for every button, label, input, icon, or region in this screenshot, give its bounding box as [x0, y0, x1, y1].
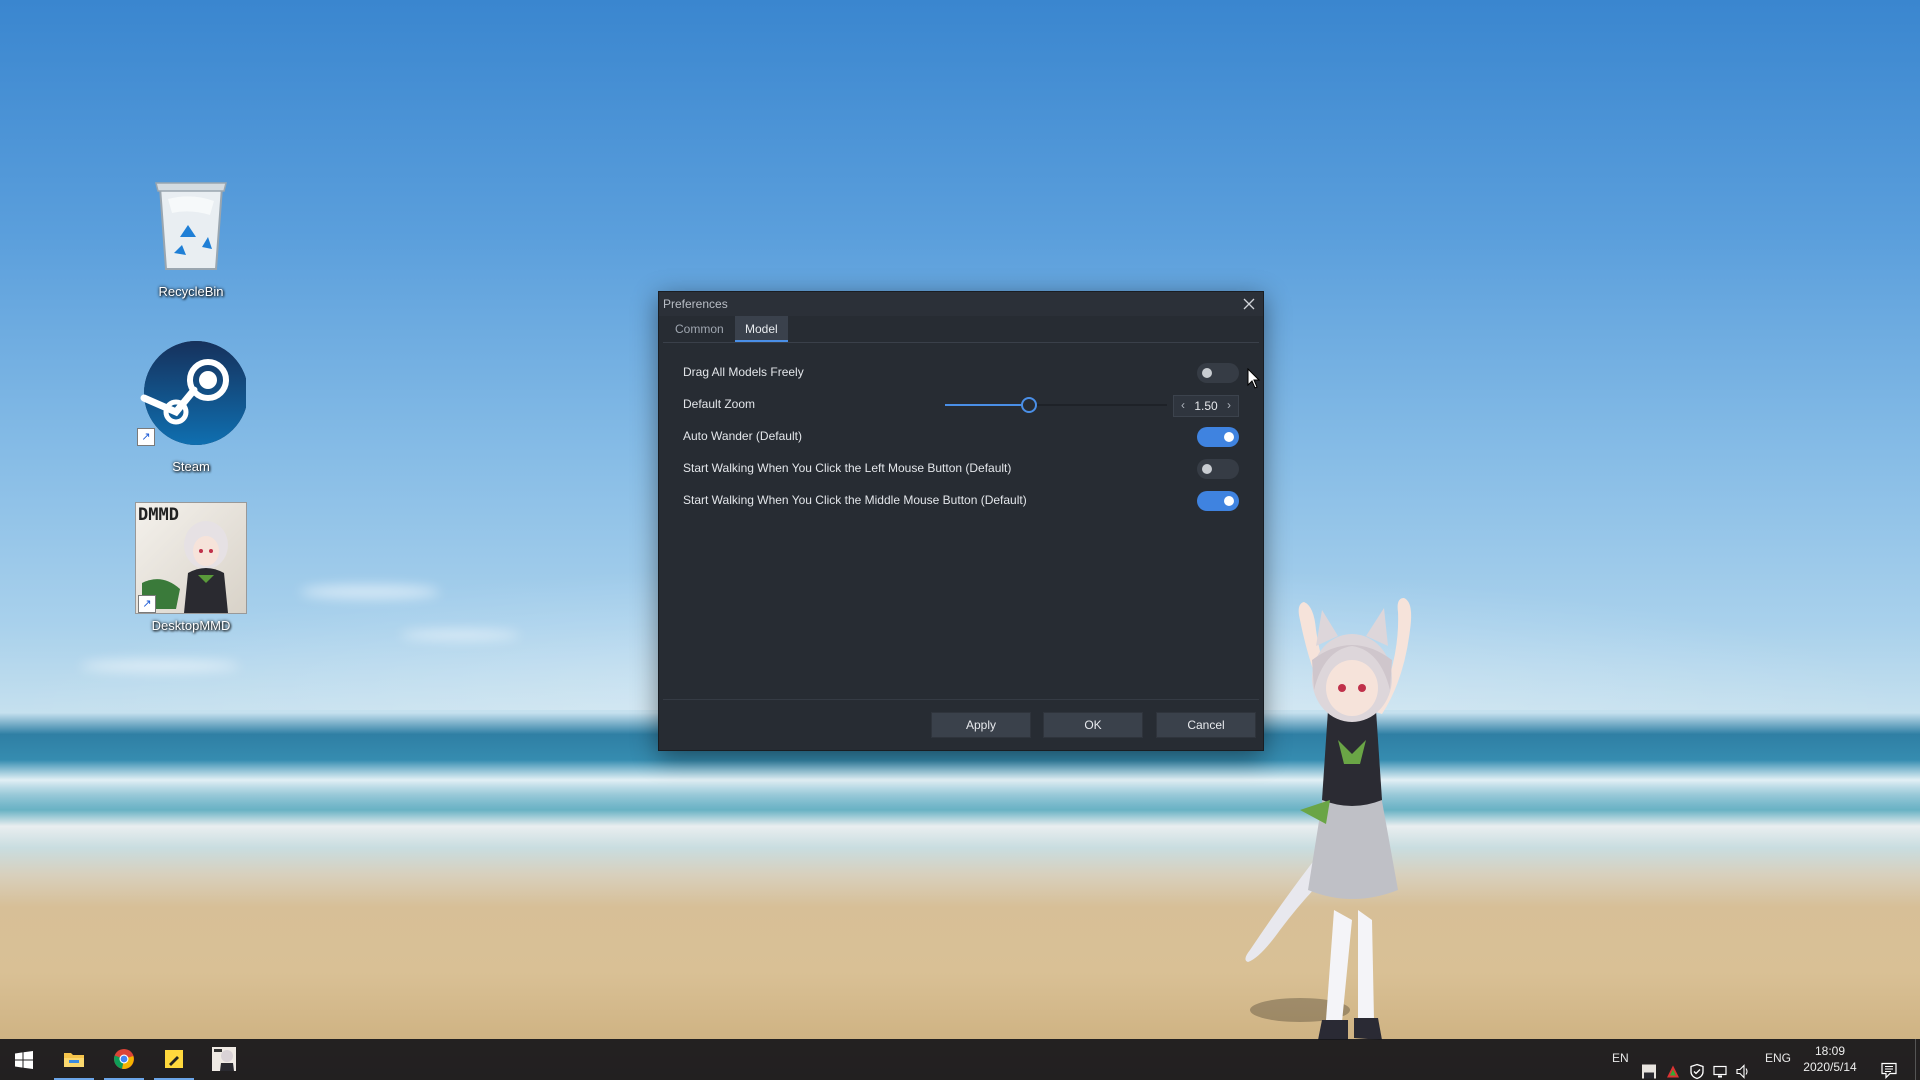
- desktopmmd-app-icon: [212, 1047, 236, 1071]
- drag-all-models-toggle[interactable]: [1197, 363, 1239, 383]
- toggle-knob: [1224, 496, 1234, 506]
- chrome-icon: [114, 1049, 134, 1069]
- slider-fill: [945, 404, 1030, 406]
- taskbar-chrome[interactable]: [100, 1039, 148, 1080]
- toggle-knob: [1202, 464, 1212, 474]
- setting-label: Start Walking When You Click the Left Mo…: [683, 461, 1012, 475]
- mmd-character-model[interactable]: [1230, 590, 1470, 1070]
- desktop-icon-desktopmmd[interactable]: DMMD ↗ DesktopMMD: [131, 502, 251, 633]
- clock-time: 18:09: [1814, 1044, 1846, 1058]
- sticky-notes-icon: [165, 1050, 183, 1068]
- windows-start-icon: [15, 1051, 33, 1069]
- volume-icon[interactable]: [1735, 1051, 1751, 1080]
- cloud: [400, 630, 520, 640]
- setting-row-walk-left-click: Start Walking When You Click the Left Mo…: [683, 453, 1239, 485]
- cancel-button[interactable]: Cancel: [1156, 712, 1256, 738]
- default-zoom-value[interactable]: 1.50: [1190, 399, 1222, 413]
- dialog-title: Preferences: [663, 297, 728, 311]
- taskbar-file-explorer[interactable]: [50, 1039, 98, 1080]
- taskbar-desktopmmd[interactable]: [200, 1039, 248, 1080]
- chevron-left-icon[interactable]: ‹: [1176, 396, 1190, 416]
- walk-left-click-toggle[interactable]: [1197, 459, 1239, 479]
- shortcut-arrow-icon: ↗: [137, 428, 155, 446]
- walk-middle-click-toggle[interactable]: [1197, 491, 1239, 511]
- desktopmmd-thumbnail: DMMD ↗: [135, 502, 247, 614]
- settings-list: Drag All Models Freely Default Zoom ‹ 1.…: [659, 343, 1263, 517]
- setting-label: Drag All Models Freely: [683, 365, 804, 379]
- network-icon[interactable]: [1712, 1051, 1728, 1080]
- desktop-icon-steam[interactable]: ↗ Steam: [131, 340, 251, 474]
- chevron-right-icon[interactable]: ›: [1222, 396, 1236, 416]
- tab-common[interactable]: Common: [665, 316, 734, 342]
- dialog-footer: Apply OK Cancel: [663, 699, 1259, 750]
- setting-label: Default Zoom: [683, 397, 756, 411]
- action-center-notification-icon[interactable]: [1880, 1050, 1898, 1080]
- desktop-icon-label: DesktopMMD: [151, 618, 231, 633]
- toggle-knob: [1224, 432, 1234, 442]
- setting-label: Auto Wander (Default): [683, 429, 802, 443]
- setting-row-default-zoom: Default Zoom ‹ 1.50 ›: [683, 389, 1239, 421]
- auto-wander-toggle[interactable]: [1197, 427, 1239, 447]
- tab-bar: Common Model: [663, 316, 1259, 343]
- slider-thumb[interactable]: [1021, 397, 1038, 413]
- default-zoom-slider[interactable]: [945, 396, 1167, 414]
- mouse-cursor-icon: [1247, 368, 1261, 389]
- language-indicator-short[interactable]: EN: [1612, 1051, 1629, 1080]
- security-shield-icon[interactable]: [1689, 1051, 1705, 1080]
- recycle-bin-icon: [155, 182, 227, 270]
- preferences-dialog: Preferences Common Model Drag All Models…: [658, 291, 1264, 751]
- dialog-titlebar[interactable]: Preferences: [659, 292, 1263, 316]
- ok-button[interactable]: OK: [1043, 712, 1143, 738]
- tray-app-icon[interactable]: [1665, 1051, 1681, 1080]
- file-explorer-icon: [64, 1053, 84, 1067]
- desktop-icon-label: RecycleBin: [158, 284, 224, 299]
- tab-model[interactable]: Model: [735, 316, 788, 342]
- desktop-icon-recycle-bin[interactable]: RecycleBin: [131, 175, 251, 299]
- shortcut-arrow-icon: ↗: [138, 595, 156, 613]
- surf-line: [0, 760, 1920, 810]
- system-clock[interactable]: 18:09 2020/5/14: [1798, 1043, 1862, 1075]
- start-button[interactable]: [0, 1039, 48, 1080]
- tray-desktopmmd-icon[interactable]: [1641, 1051, 1657, 1080]
- toggle-knob: [1202, 368, 1212, 378]
- setting-row-auto-wander: Auto Wander (Default): [683, 421, 1239, 453]
- setting-label: Start Walking When You Click the Middle …: [683, 493, 1027, 507]
- desktop-icon-label: Steam: [172, 459, 210, 474]
- input-language-indicator[interactable]: ENG: [1765, 1051, 1791, 1080]
- apply-button[interactable]: Apply: [931, 712, 1031, 738]
- default-zoom-stepper: ‹ 1.50 ›: [1173, 395, 1239, 417]
- taskbar-sticky-notes[interactable]: [150, 1039, 198, 1080]
- clock-date: 2020/5/14: [1803, 1060, 1857, 1074]
- close-button[interactable]: [1239, 294, 1259, 314]
- cloud: [80, 660, 240, 672]
- close-icon: [1243, 298, 1255, 310]
- setting-row-drag-all-models: Drag All Models Freely: [683, 357, 1239, 389]
- desktop: RecycleBin ↗ Steam DMMD ↗ DesktopMMD Pre…: [0, 0, 1920, 1080]
- cloud: [300, 585, 440, 599]
- show-desktop-button[interactable]: [1915, 1039, 1920, 1080]
- setting-row-walk-middle-click: Start Walking When You Click the Middle …: [683, 485, 1239, 517]
- taskbar: EN ENG 18:09 2020/5/14: [0, 1039, 1920, 1080]
